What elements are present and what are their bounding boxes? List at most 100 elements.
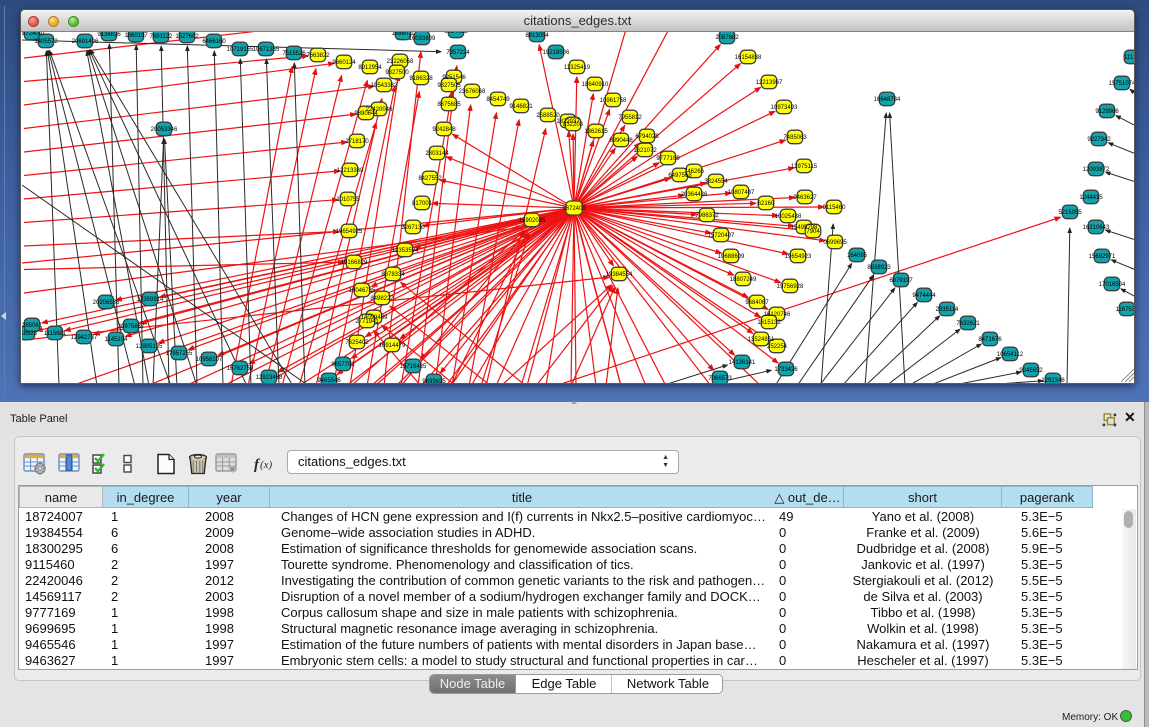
svg-text:1145194: 1145194: [105, 337, 129, 343]
svg-text:1010755: 1010755: [336, 197, 360, 203]
svg-text:10688609: 10688609: [718, 254, 745, 260]
svg-text:10961758: 10961758: [600, 98, 627, 104]
svg-text:1244415: 1244415: [1079, 195, 1103, 201]
svg-text:15902035: 15902035: [519, 218, 546, 224]
svg-text:9242848: 9242848: [432, 127, 456, 133]
svg-text:18724007: 18724007: [22, 32, 46, 37]
svg-text:12213967: 12213967: [756, 80, 783, 86]
svg-text:12975115: 12975115: [791, 164, 818, 170]
svg-text:10807487: 10807487: [728, 190, 755, 196]
svg-text:8938923: 8938923: [867, 265, 891, 271]
svg-text:1167533: 1167533: [1116, 307, 1134, 313]
svg-text:0699695: 0699695: [823, 240, 847, 246]
svg-text:7955812: 7955812: [618, 115, 642, 121]
svg-text:1872400: 1872400: [562, 206, 586, 212]
svg-text:8427552: 8427552: [418, 176, 442, 182]
svg-text:11121: 11121: [1124, 55, 1134, 61]
svg-text:7485063: 7485063: [783, 135, 807, 141]
svg-text:10671355: 10671355: [253, 47, 280, 53]
svg-text:15716485: 15716485: [400, 364, 427, 370]
svg-text:10543382: 10543382: [371, 83, 398, 89]
svg-text:20364436: 20364436: [681, 192, 708, 198]
svg-text:19384554: 19384554: [606, 272, 633, 278]
svg-text:6466160: 6466160: [202, 39, 226, 45]
svg-text:14136141: 14136141: [729, 360, 756, 366]
svg-text:23676068: 23676068: [459, 89, 486, 95]
svg-text:17957255: 17957255: [166, 351, 193, 357]
svg-text:2935114: 2935114: [936, 307, 960, 313]
svg-text:8498222: 8498222: [370, 296, 394, 302]
svg-text:16782759: 16782759: [227, 366, 254, 372]
svg-text:2803144: 2803144: [425, 151, 449, 157]
svg-text:2771941: 2771941: [355, 319, 379, 325]
svg-text:10654112: 10654112: [997, 352, 1024, 358]
svg-text:16120746: 16120746: [764, 312, 791, 318]
svg-text:16914479: 16914479: [379, 343, 406, 349]
svg-text:19654923: 19654923: [785, 254, 812, 260]
svg-text:8990448: 8990448: [609, 138, 633, 144]
svg-text:10025438: 10025438: [775, 214, 802, 220]
svg-text:9115460: 9115460: [823, 205, 847, 211]
svg-text:8471676: 8471676: [978, 337, 1002, 343]
svg-text:15751074: 15751074: [1109, 81, 1134, 87]
svg-text:12213389: 12213389: [337, 168, 364, 174]
svg-text:1621072: 1621072: [633, 148, 657, 154]
svg-text:9660124: 9660124: [332, 60, 356, 66]
svg-text:2718170: 2718170: [345, 139, 369, 145]
svg-text:7625402: 7625402: [345, 340, 369, 346]
svg-text:20053346: 20053346: [151, 127, 178, 133]
svg-text:19218506: 19218506: [543, 50, 570, 56]
svg-text:9699695: 9699695: [422, 379, 446, 383]
svg-text:16154838: 16154838: [735, 55, 762, 61]
svg-text:1615132: 1615132: [757, 320, 781, 326]
svg-text:16033809: 16033809: [409, 36, 436, 42]
svg-text:3824554: 3824554: [704, 179, 728, 185]
svg-text:10973493: 10973493: [771, 105, 798, 111]
svg-text:8634022: 8634022: [444, 32, 468, 35]
svg-text:3267130: 3267130: [401, 225, 425, 231]
svg-text:(x): (x): [260, 459, 273, 471]
svg-text:9463627: 9463627: [793, 195, 817, 201]
svg-text:19654925: 19654925: [336, 229, 363, 235]
svg-text:15720407: 15720407: [708, 233, 735, 239]
svg-text:7691122: 7691122: [150, 34, 174, 40]
svg-text:30975887: 30975887: [118, 324, 145, 330]
svg-text:746266: 746266: [684, 169, 705, 175]
svg-text:16648784: 16648784: [874, 97, 901, 103]
svg-text:23226058: 23226058: [387, 59, 414, 65]
svg-text:9245652: 9245652: [1019, 368, 1043, 374]
svg-text:6879197: 6879197: [889, 278, 913, 284]
svg-text:7357224: 7357224: [446, 50, 470, 56]
svg-text:18807249: 18807249: [730, 277, 757, 283]
svg-text:8186328: 8186328: [409, 76, 433, 82]
svg-text:17359914: 17359914: [137, 297, 164, 303]
svg-text:1362615: 1362615: [584, 129, 608, 135]
svg-text:7632621: 7632621: [956, 321, 980, 327]
svg-text:15692971: 15692971: [1089, 254, 1116, 260]
svg-text:8912954: 8912954: [358, 65, 382, 71]
svg-text:9227342: 9227342: [1087, 137, 1111, 143]
svg-text:8675685: 8675685: [437, 102, 461, 108]
svg-text:12905135: 12905135: [136, 344, 163, 350]
svg-text:12093872: 12093872: [1083, 167, 1110, 173]
svg-text:62160: 62160: [758, 201, 775, 207]
svg-text:9684067: 9684067: [745, 300, 769, 306]
svg-text:1860197: 1860197: [124, 33, 148, 39]
svg-text:1405572: 1405572: [34, 39, 58, 45]
svg-text:10958107: 10958107: [196, 357, 223, 363]
svg-text:5215955: 5215955: [1058, 210, 1082, 216]
svg-text:13524851: 13524851: [748, 337, 775, 343]
svg-text:817001: 817001: [412, 201, 433, 207]
svg-text:19166829: 19166829: [341, 260, 368, 266]
svg-text:1292346: 1292346: [1041, 378, 1065, 383]
svg-text:12942737: 12942737: [71, 335, 98, 341]
svg-text:7663822: 7663822: [306, 53, 330, 59]
svg-text:385061: 385061: [22, 323, 43, 329]
svg-text:1115681: 1115681: [44, 331, 67, 337]
svg-text:9129966: 9129966: [1095, 109, 1119, 115]
svg-text:7986372: 7986372: [695, 213, 719, 219]
svg-text:1527602: 1527602: [175, 34, 199, 40]
svg-text:9251546: 9251546: [442, 75, 466, 81]
svg-text:2087682: 2087682: [715, 35, 739, 41]
svg-text:9777169: 9777169: [656, 156, 680, 162]
